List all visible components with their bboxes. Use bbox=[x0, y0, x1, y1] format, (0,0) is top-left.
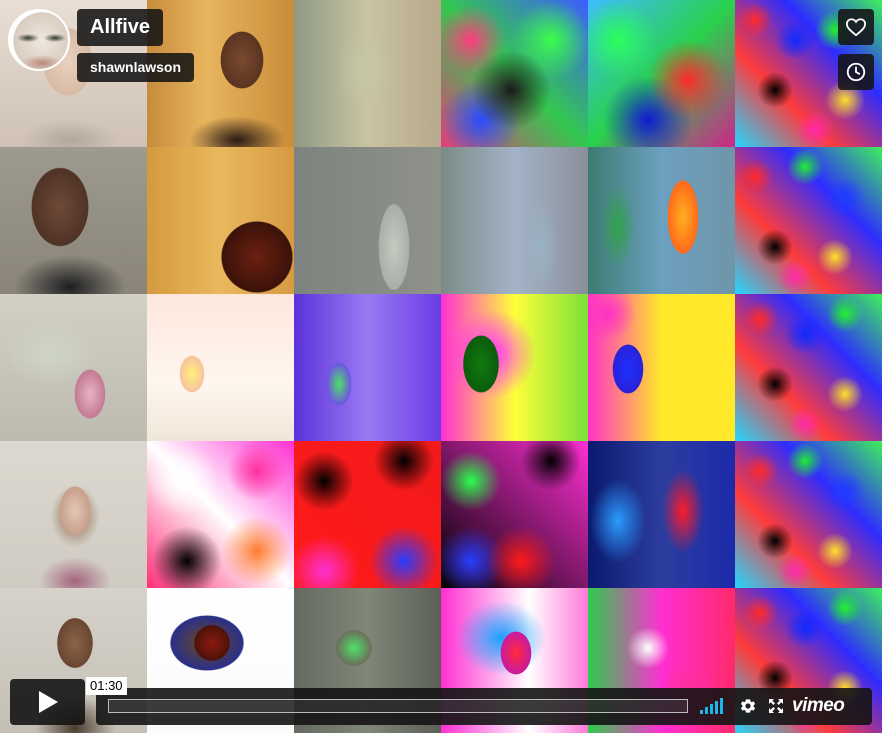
video-tile bbox=[588, 441, 735, 588]
video-tile bbox=[441, 294, 588, 441]
video-tile bbox=[441, 147, 588, 294]
video-tile bbox=[147, 441, 294, 588]
volume-control[interactable] bbox=[700, 698, 726, 714]
volume-bars-icon bbox=[715, 701, 718, 714]
heart-icon bbox=[845, 18, 867, 37]
volume-bars-icon bbox=[705, 707, 708, 714]
video-tile bbox=[0, 441, 147, 588]
volume-bars-icon bbox=[720, 698, 723, 714]
play-icon bbox=[38, 691, 58, 713]
video-tile bbox=[735, 441, 882, 588]
video-tile bbox=[147, 294, 294, 441]
like-button[interactable] bbox=[838, 9, 874, 45]
video-tile bbox=[147, 147, 294, 294]
watch-later-button[interactable] bbox=[838, 54, 874, 90]
video-tile bbox=[0, 294, 147, 441]
video-tile bbox=[294, 441, 441, 588]
timecode: 01:30 bbox=[86, 677, 127, 695]
video-tile bbox=[735, 294, 882, 441]
video-tile bbox=[294, 0, 441, 147]
video-tile bbox=[294, 147, 441, 294]
video-tile bbox=[588, 0, 735, 147]
video-player[interactable]: Allfive shawnlawson 01:30 vimeo bbox=[0, 0, 882, 733]
volume-bars-icon bbox=[700, 710, 703, 714]
owner-name[interactable]: shawnlawson bbox=[77, 53, 195, 82]
clock-icon bbox=[846, 62, 866, 82]
video-tile bbox=[441, 441, 588, 588]
video-tile bbox=[441, 0, 588, 147]
video-title[interactable]: Allfive bbox=[77, 9, 164, 46]
gear-icon bbox=[740, 699, 756, 713]
video-frame[interactable] bbox=[0, 0, 882, 733]
vimeo-logo[interactable]: vimeo bbox=[792, 696, 845, 716]
fullscreen-button[interactable] bbox=[766, 696, 786, 716]
video-tile bbox=[588, 294, 735, 441]
video-tile bbox=[588, 147, 735, 294]
video-tile bbox=[735, 147, 882, 294]
video-tile bbox=[294, 294, 441, 441]
settings-button[interactable] bbox=[738, 696, 758, 716]
avatar-image bbox=[10, 11, 68, 69]
owner-avatar[interactable] bbox=[8, 9, 70, 71]
play-button[interactable] bbox=[10, 679, 85, 725]
progress-track[interactable] bbox=[108, 699, 688, 713]
video-tile bbox=[0, 147, 147, 294]
volume-bars-icon bbox=[710, 704, 713, 714]
fullscreen-icon bbox=[769, 699, 783, 713]
